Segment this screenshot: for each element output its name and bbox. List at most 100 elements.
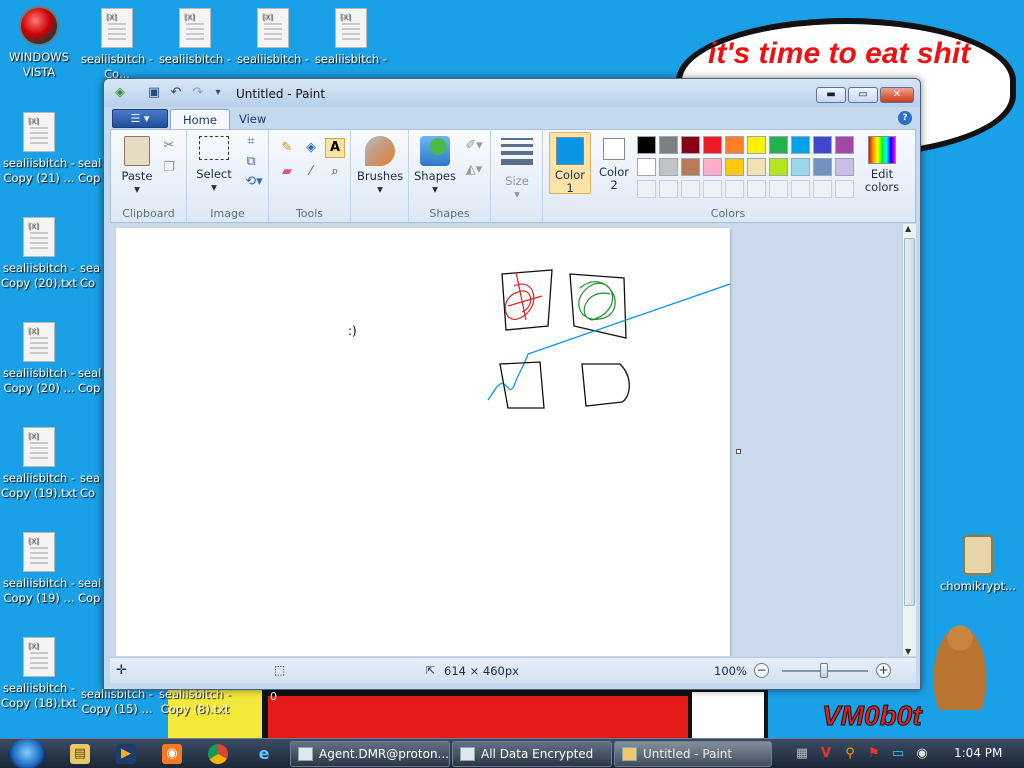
firefox-icon[interactable]: ◉ xyxy=(162,744,182,764)
eraser-icon[interactable]: ▰ xyxy=(277,162,297,182)
desktop-icon-file[interactable]: sealiisbitch - xyxy=(312,8,390,67)
title-bar[interactable]: ◈ ▣ ↶ ↷ ▾ Untitled - Paint ▬ ▭ ✕ xyxy=(104,79,920,107)
close-button[interactable]: ✕ xyxy=(880,87,914,103)
desktop-icon-file[interactable]: seal Cop xyxy=(78,532,104,606)
palette-swatch[interactable] xyxy=(835,136,854,154)
undo-icon[interactable]: ↶ xyxy=(168,85,184,101)
palette-swatch[interactable] xyxy=(813,136,832,154)
shapes-button[interactable]: Shapes ▾ xyxy=(413,136,457,196)
custom-color-slot[interactable] xyxy=(725,180,744,198)
taskbar-button-paint[interactable]: Untitled - Paint xyxy=(614,741,772,767)
tray-network-icon[interactable]: ▦ xyxy=(794,746,810,762)
paste-button[interactable]: Paste ▾ xyxy=(117,136,157,196)
palette-swatch[interactable] xyxy=(725,136,744,154)
tray-volume-icon[interactable]: ◉ xyxy=(914,746,930,762)
vertical-scrollbar[interactable]: ▲ ▼ xyxy=(902,224,916,656)
pencil-icon[interactable]: ✎ xyxy=(277,138,297,158)
edit-colors-button[interactable]: Edit colors xyxy=(859,136,905,194)
desktop-icon-file[interactable]: sealiisbitch - xyxy=(156,8,234,67)
desktop-icon-file[interactable]: sealiisbitch - Co... xyxy=(78,8,156,82)
palette-swatch[interactable] xyxy=(769,136,788,154)
palette-swatch[interactable] xyxy=(791,158,810,176)
minimize-button[interactable]: ▬ xyxy=(816,87,846,103)
palette-swatch[interactable] xyxy=(791,136,810,154)
custom-color-slot[interactable] xyxy=(791,180,810,198)
explorer-icon[interactable]: ▤ xyxy=(70,744,90,764)
resize-icon[interactable]: ⧉ xyxy=(241,152,261,172)
desktop-icon-file[interactable]: sealiisbitch - Copy (19).txt xyxy=(0,427,78,501)
fill-icon[interactable]: ◈ xyxy=(301,138,321,158)
palette-swatch[interactable] xyxy=(813,158,832,176)
redo-icon[interactable]: ↷ xyxy=(190,85,206,101)
text-tool-icon[interactable]: A xyxy=(325,138,345,158)
media-player-icon[interactable]: ▶ xyxy=(116,744,136,764)
palette-swatch[interactable] xyxy=(747,158,766,176)
taskbar-button-agent[interactable]: Agent.DMR@proton... xyxy=(290,741,450,767)
zoom-slider-thumb[interactable] xyxy=(820,663,828,678)
start-button[interactable] xyxy=(8,739,46,768)
paint-menu-button[interactable]: ☰ ▾ xyxy=(112,109,168,128)
desktop-icon-file[interactable]: sea Co xyxy=(80,217,104,291)
palette-swatch[interactable] xyxy=(637,158,656,176)
zoom-in-button[interactable]: + xyxy=(876,663,891,678)
tray-search-icon[interactable]: ⚲ xyxy=(842,746,858,762)
desktop-icon-file[interactable]: sealiisbitch - Copy (15) ... xyxy=(78,687,156,717)
desktop-icon-file[interactable]: sealiisbitch - Copy (19) ... xyxy=(0,532,78,606)
tray-monitor-icon[interactable]: ▭ xyxy=(890,746,906,762)
desktop-icon-file[interactable]: sealiisbitch - Copy (20) ... xyxy=(0,322,78,396)
custom-color-slot[interactable] xyxy=(681,180,700,198)
palette-swatch[interactable] xyxy=(659,136,678,154)
desktop-icon-windows-vista[interactable]: WINDOWS VISTA xyxy=(0,6,78,80)
customize-quick-access-icon[interactable]: ▾ xyxy=(210,85,226,101)
save-icon[interactable]: ▣ xyxy=(146,85,162,101)
tray-flag-icon[interactable]: ⚑ xyxy=(866,746,882,762)
copy-icon[interactable]: ❐ xyxy=(159,158,179,178)
palette-swatch[interactable] xyxy=(659,158,678,176)
scroll-down-icon[interactable]: ▼ xyxy=(905,647,911,656)
color-picker-icon[interactable]: ⁄ xyxy=(301,162,321,182)
palette-swatch[interactable] xyxy=(747,136,766,154)
palette-swatch[interactable] xyxy=(703,136,722,154)
desktop-icon-file[interactable]: sealiisbitch - Copy (20).txt xyxy=(0,217,78,291)
desktop-icon-file[interactable]: seal Cop xyxy=(78,112,104,186)
desktop-icon-file[interactable]: sea Co xyxy=(80,427,104,501)
desktop-icon-file[interactable]: sealiisbitch - Copy (8).txt xyxy=(156,687,234,717)
tray-v-icon[interactable]: V xyxy=(818,746,834,762)
palette-swatch[interactable] xyxy=(637,136,656,154)
custom-color-slot[interactable] xyxy=(747,180,766,198)
desktop-icon-file[interactable]: sealiisbitch - xyxy=(234,8,312,67)
brushes-button[interactable]: Brushes ▾ xyxy=(357,136,403,196)
color1-button[interactable]: Color 1 xyxy=(549,132,591,195)
clock[interactable]: 1:04 PM xyxy=(954,746,1002,760)
internet-explorer-icon[interactable]: e xyxy=(254,744,274,764)
palette-swatch[interactable] xyxy=(681,136,700,154)
custom-color-slot[interactable] xyxy=(835,180,854,198)
palette-swatch[interactable] xyxy=(835,158,854,176)
help-icon[interactable]: ? xyxy=(898,111,912,125)
custom-color-slot[interactable] xyxy=(659,180,678,198)
desktop-icon-chomikrypt[interactable]: chomikrypt... xyxy=(936,535,1020,594)
magnifier-icon[interactable]: ⌕ xyxy=(325,162,345,182)
drawing-canvas[interactable]: :) xyxy=(116,228,730,656)
custom-color-slot[interactable] xyxy=(769,180,788,198)
palette-swatch[interactable] xyxy=(681,158,700,176)
chrome-icon[interactable] xyxy=(208,744,228,764)
zoom-out-button[interactable]: − xyxy=(754,663,769,678)
custom-color-slot[interactable] xyxy=(703,180,722,198)
custom-color-slot[interactable] xyxy=(637,180,656,198)
size-button[interactable]: Size ▾ xyxy=(497,136,537,201)
scroll-up-icon[interactable]: ▲ xyxy=(905,224,911,233)
cut-icon[interactable]: ✂ xyxy=(159,136,179,156)
palette-swatch[interactable] xyxy=(725,158,744,176)
desktop-icon-file[interactable]: sealiisbitch - Copy (21) ... xyxy=(0,112,78,186)
tab-view[interactable]: View xyxy=(227,109,278,130)
select-button[interactable]: Select ▾ xyxy=(193,136,235,194)
desktop-icon-file[interactable]: seal Cop xyxy=(78,322,104,396)
canvas-resize-handle[interactable] xyxy=(736,449,741,454)
palette-swatch[interactable] xyxy=(769,158,788,176)
rotate-icon[interactable]: ⟲▾ xyxy=(241,172,267,192)
color2-button[interactable]: Color 2 xyxy=(593,132,635,194)
maximize-button[interactable]: ▭ xyxy=(848,87,878,103)
palette-swatch[interactable] xyxy=(703,158,722,176)
fill-style-icon[interactable]: ◭▾ xyxy=(461,160,487,180)
